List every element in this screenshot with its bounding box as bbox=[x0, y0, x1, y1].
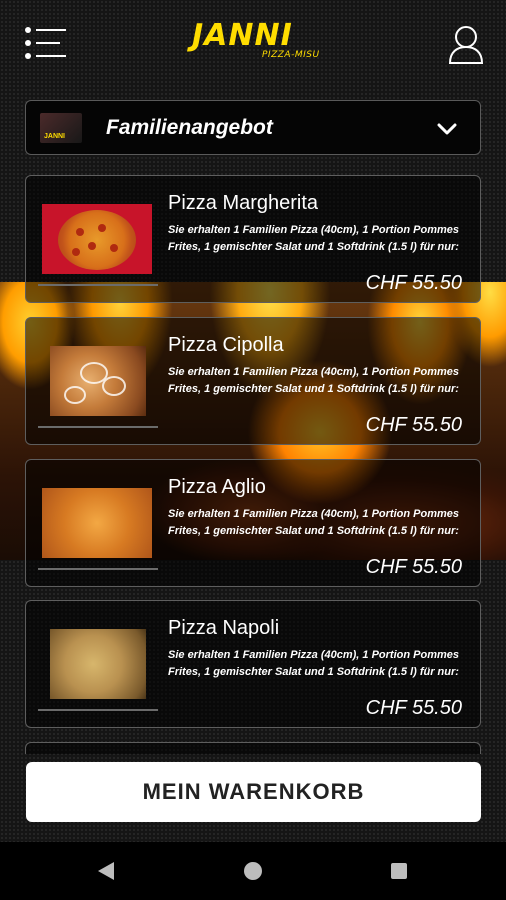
product-name: Pizza Aglio bbox=[168, 476, 266, 498]
product-name: Pizza Napoli bbox=[168, 617, 280, 639]
image-underline bbox=[38, 568, 158, 570]
product-description: Sie erhalten 1 Familien Pizza (40cm), 1 … bbox=[168, 508, 459, 537]
home-circle-icon[interactable] bbox=[244, 862, 262, 880]
product-name: Pizza Cipolla bbox=[168, 334, 284, 356]
hamburger-menu-icon[interactable] bbox=[24, 26, 68, 60]
app-header: JANNI PIZZA-MISU bbox=[0, 0, 506, 90]
chevron-down-icon bbox=[437, 123, 457, 135]
image-underline bbox=[38, 426, 158, 428]
recent-apps-square-icon[interactable] bbox=[391, 863, 407, 879]
product-price: CHF 55.50 bbox=[365, 272, 462, 294]
category-dropdown[interactable]: JANNI Familienangebot bbox=[25, 100, 481, 155]
product-price: CHF 55.50 bbox=[365, 697, 462, 719]
product-description: Sie erhalten 1 Familien Pizza (40cm), 1 … bbox=[168, 224, 459, 253]
pizza-napoli-image bbox=[50, 629, 146, 699]
category-thumbnail-text: JANNI bbox=[44, 133, 66, 140]
user-icon[interactable] bbox=[448, 24, 484, 64]
product-description: Sie erhalten 1 Familien Pizza (40cm), 1 … bbox=[168, 366, 459, 395]
product-price: CHF 55.50 bbox=[365, 556, 462, 578]
product-card[interactable]: Pizza Cipolla Sie erhalten 1 Familien Pi… bbox=[25, 317, 481, 445]
product-card[interactable]: Pizza Margherita Sie erhalten 1 Familien… bbox=[25, 175, 481, 303]
cart-button[interactable]: MEIN WARENKORB bbox=[26, 762, 481, 822]
product-card-partial[interactable] bbox=[25, 742, 481, 754]
image-underline bbox=[38, 284, 158, 286]
product-card[interactable]: Pizza Aglio Sie erhalten 1 Familien Pizz… bbox=[25, 459, 481, 587]
pizza-aglio-image bbox=[42, 488, 152, 558]
logo-main-text: JANNI bbox=[192, 18, 293, 53]
category-label: Familienangebot bbox=[106, 116, 273, 139]
back-triangle-icon[interactable] bbox=[96, 861, 116, 881]
product-name: Pizza Margherita bbox=[168, 192, 319, 214]
janni-logo: JANNI PIZZA-MISU bbox=[186, 16, 320, 66]
pizza-cipolla-image bbox=[50, 346, 146, 416]
product-price: CHF 55.50 bbox=[365, 414, 462, 436]
category-thumbnail: JANNI bbox=[40, 113, 82, 143]
product-description: Sie erhalten 1 Familien Pizza (40cm), 1 … bbox=[168, 649, 459, 678]
product-card[interactable]: Pizza Napoli Sie erhalten 1 Familien Piz… bbox=[25, 600, 481, 728]
image-underline bbox=[38, 709, 158, 711]
logo-sub-text: PIZZA-MISU bbox=[262, 50, 320, 60]
system-navigation-bar bbox=[0, 842, 506, 900]
pizza-margherita-image bbox=[42, 204, 152, 274]
